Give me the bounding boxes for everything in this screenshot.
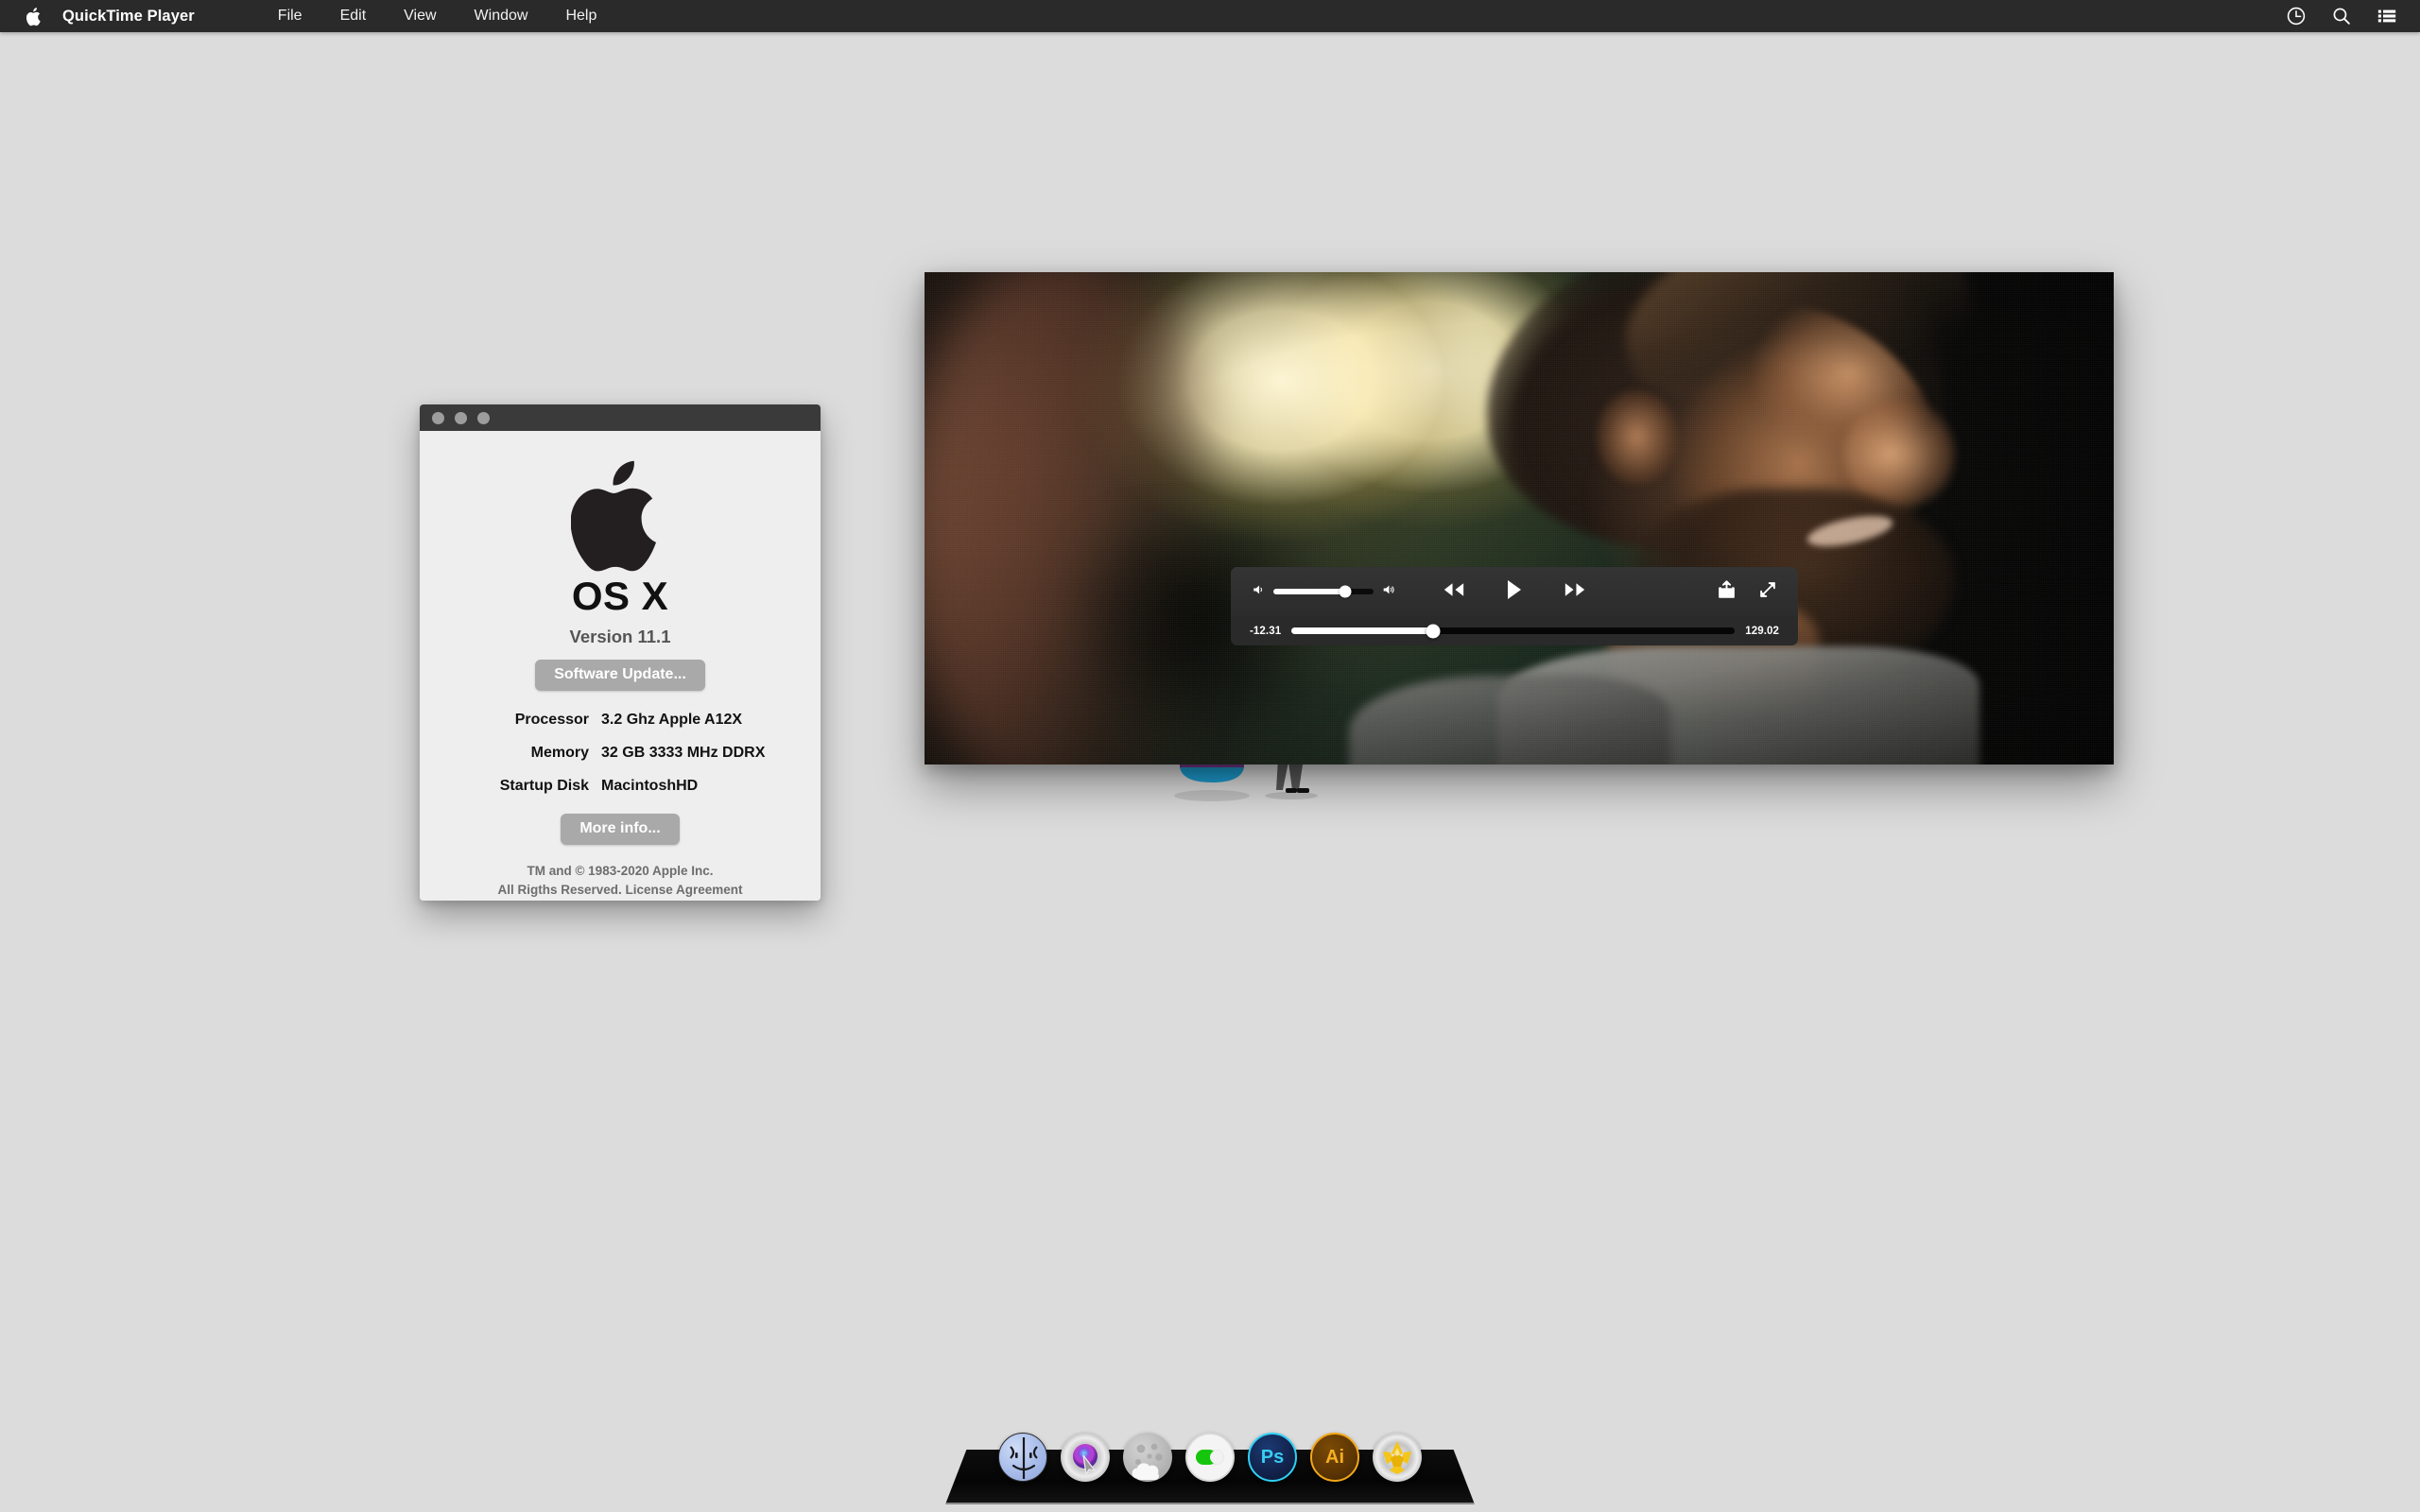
spec-label: Memory [530,745,589,761]
menu-item-window[interactable]: Window [475,8,528,25]
spec-value: 32 GB 3333 MHz DDRX [601,745,766,761]
dock-item-finder[interactable] [998,1433,1047,1482]
speaker-low-icon[interactable] [1252,583,1266,601]
about-this-mac-window[interactable]: OS X Version 11.1 Software Update... Pro… [420,404,821,901]
dock-item-settings[interactable] [1185,1433,1235,1482]
menu-item-view[interactable]: View [404,8,436,25]
scrubber-track[interactable] [1291,624,1736,638]
quicktime-player-window[interactable]: -12.31 129.02 [925,272,2114,765]
about-window-titlebar[interactable] [420,404,821,431]
character-ear [1596,390,1677,485]
legal-line-2[interactable]: All Rigths Reserved. License Agreement [497,881,742,900]
volume-control[interactable] [1252,583,1397,601]
fullscreen-icon[interactable] [1758,580,1777,604]
hud-scrubber-row: -12.31 129.02 [1231,616,1798,645]
menu-item-file[interactable]: File [278,8,302,25]
about-window-body: OS X Version 11.1 Software Update... Pro… [420,431,821,901]
software-update-button[interactable]: Software Update... [535,660,705,691]
spec-value: 3.2 Ghz Apple A12X [601,712,743,728]
spec-row-startup-disk: Startup Disk MacintoshHD [420,778,821,795]
dock-icons: Ps Ai [945,1433,1475,1482]
finder-icon [1010,1437,1038,1479]
menu-bar-status-items [2286,0,2397,32]
dock-item-illustrator[interactable]: Ai [1310,1433,1359,1482]
dock: Ps Ai [945,1408,1475,1512]
dock-item-photoshop[interactable]: Ps [1248,1433,1297,1482]
video-frame[interactable] [925,272,2114,765]
os-version: Version 11.1 [569,627,671,646]
clock-icon[interactable] [2286,6,2307,26]
os-name: OS X [571,574,669,618]
menu-app-name[interactable]: QuickTime Player [62,8,195,26]
legal-line-1: TM and © 1983-2020 Apple Inc. [527,864,714,878]
menu-items: File Edit View Window Help [278,8,597,25]
dock-item-siri[interactable] [1061,1433,1110,1482]
character-nose [1843,400,1955,509]
speaker-high-icon[interactable] [1381,583,1397,601]
menu-bar: QuickTime Player File Edit View Window H… [0,0,2420,32]
toggle-switch-icon[interactable] [1196,1450,1224,1465]
fast-forward-icon[interactable] [1561,580,1590,604]
volume-slider-track[interactable] [1273,585,1374,598]
siri-icon [1073,1444,1098,1476]
close-button[interactable] [432,411,444,424]
menu-item-edit[interactable]: Edit [340,8,367,25]
minimize-button[interactable] [455,411,467,424]
spec-row-processor: Processor 3.2 Ghz Apple A12X [420,712,821,729]
legal-notice: TM and © 1983-2020 Apple Inc. All Rigths… [497,862,742,899]
more-info-button[interactable]: More info... [561,814,680,845]
spec-row-memory: Memory 32 GB 3333 MHz DDRX [420,745,821,762]
list-icon[interactable] [2377,6,2397,26]
hud-right-buttons [1718,579,1777,604]
volume-slider-knob[interactable] [1339,585,1352,598]
spec-label: Startup Disk [499,778,589,794]
search-icon[interactable] [2331,6,2352,26]
hud-transport-row [1231,567,1798,616]
dock-item-gold-app[interactable] [1373,1433,1422,1482]
playback-controls-hud[interactable]: -12.31 129.02 [1231,567,1798,645]
spec-value: MacintoshHD [601,778,699,794]
time-elapsed: -12.31 [1250,625,1282,637]
share-icon[interactable] [1718,579,1736,604]
menu-item-help[interactable]: Help [565,8,596,25]
rewind-icon[interactable] [1439,580,1468,604]
zoom-button[interactable] [477,411,490,424]
scrubber-knob[interactable] [1426,624,1441,638]
play-icon[interactable] [1506,579,1523,605]
time-remaining: 129.02 [1745,625,1779,637]
apple-logo-icon [570,455,669,575]
system-specs-list: Processor 3.2 Ghz Apple A12X Memory 32 G… [420,712,821,811]
illustrator-label: Ai [1325,1446,1344,1468]
spec-label: Processor [514,712,589,728]
transport-buttons [1439,579,1590,605]
dock-item-weather[interactable] [1123,1433,1172,1482]
character-shoulder [1348,676,1671,765]
video-character [1348,272,2066,765]
moon-cloud-icon [1132,1443,1163,1480]
photoshop-label: Ps [1260,1446,1285,1468]
scrubber-fill [1291,627,1434,634]
gold-star-icon [1383,1441,1411,1474]
apple-logo-icon[interactable] [25,5,43,27]
volume-slider-fill [1273,589,1346,594]
